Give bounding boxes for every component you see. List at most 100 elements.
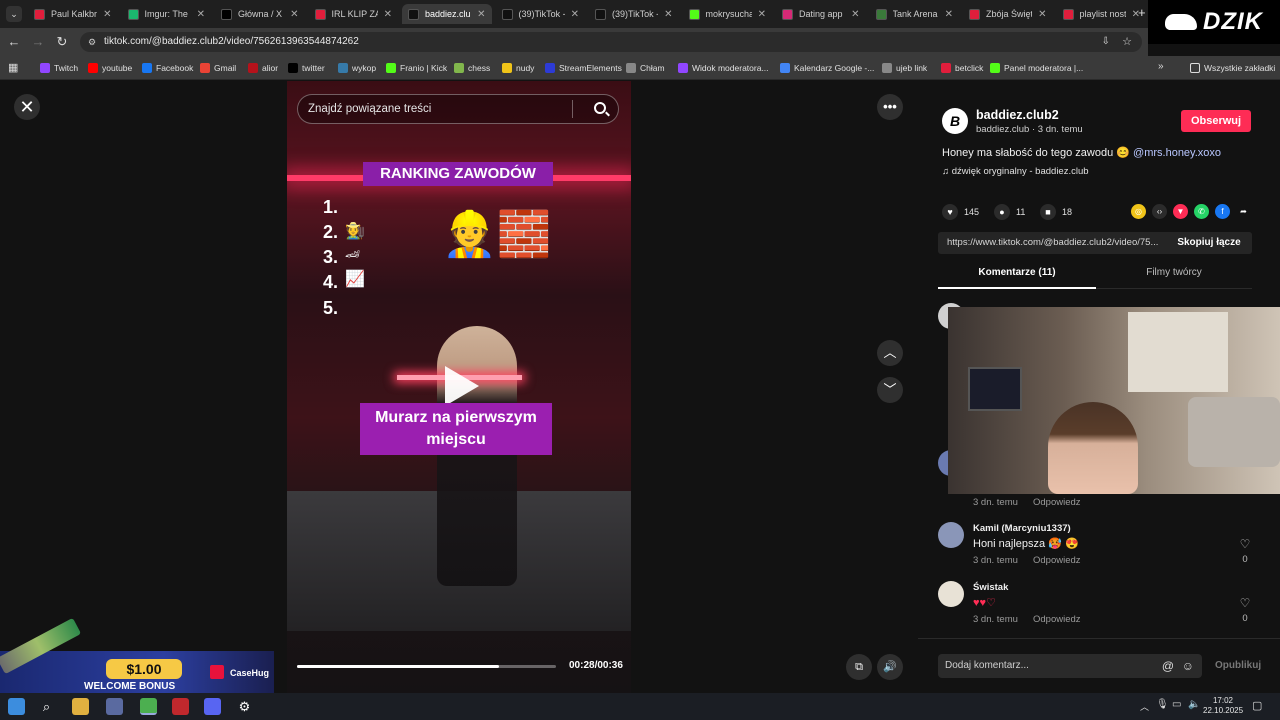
- tab-close-icon[interactable]: ✕: [290, 9, 304, 20]
- publish-button[interactable]: Opublikuj: [1215, 660, 1261, 671]
- comment-avatar[interactable]: [938, 581, 964, 607]
- tab-close-icon[interactable]: ✕: [664, 9, 678, 20]
- tab-close-icon[interactable]: ✕: [1038, 9, 1052, 20]
- more-options-icon[interactable]: •••: [877, 94, 903, 120]
- app-icon[interactable]: [106, 698, 123, 715]
- app-icon[interactable]: [172, 698, 189, 715]
- reload-icon[interactable]: ↻: [54, 34, 70, 50]
- tab-close-icon[interactable]: ✕: [197, 9, 211, 20]
- comment-button[interactable]: ● 11: [994, 204, 1025, 220]
- bookmark-item[interactable]: Widok moderatora...: [678, 61, 769, 75]
- address-bar[interactable]: ⚙ tiktok.com/@baddiez.club2/video/756261…: [80, 32, 1142, 52]
- notifications-icon[interactable]: ▢: [1252, 699, 1262, 712]
- apps-grid-icon[interactable]: ▦: [8, 61, 18, 74]
- bookmark-item[interactable]: Franio | Kick: [386, 61, 447, 75]
- coin-share-icon[interactable]: ◎: [1131, 204, 1146, 219]
- settings-gear-icon[interactable]: ⚙: [236, 698, 253, 715]
- floating-player-icon[interactable]: ⧉: [846, 654, 872, 680]
- network-icon[interactable]: ▭: [1172, 699, 1181, 710]
- bookmark-star-icon[interactable]: ☆: [1122, 32, 1132, 52]
- volume-icon[interactable]: 🔊: [877, 654, 903, 680]
- search-icon[interactable]: ⌕: [38, 698, 55, 715]
- send-icon[interactable]: ▼: [1173, 204, 1188, 219]
- comment-reply-button[interactable]: Odpowiedz: [1033, 497, 1081, 508]
- save-button[interactable]: ■ 18: [1040, 204, 1072, 220]
- tab-close-icon[interactable]: ✕: [477, 9, 491, 20]
- bookmark-item[interactable]: Facebook: [142, 61, 193, 75]
- bookmark-item[interactable]: Gmail: [200, 61, 236, 75]
- chrome-icon[interactable]: [140, 698, 157, 715]
- comment-reply-button[interactable]: Odpowiedz: [1033, 614, 1081, 625]
- system-tray-chevron-up-icon[interactable]: ︿: [1140, 700, 1149, 713]
- video-player[interactable]: Znajdź powiązane treści RANKING ZAWODÓW …: [287, 81, 631, 693]
- comment-avatar[interactable]: [938, 522, 964, 548]
- tab-close-icon[interactable]: ✕: [103, 9, 117, 20]
- windows-start-icon[interactable]: [8, 698, 25, 715]
- add-comment-input[interactable]: Dodaj komentarz... @ ☺: [938, 654, 1202, 678]
- browser-tab[interactable]: playlist nosta✕: [1057, 4, 1147, 24]
- browser-tab[interactable]: mokrysucha ✕: [683, 4, 773, 24]
- emoji-icon[interactable]: ☺: [1182, 654, 1194, 678]
- author-avatar[interactable]: B: [942, 108, 968, 134]
- bookmark-item[interactable]: Panel moderatora |...: [990, 61, 1083, 75]
- mention-at-icon[interactable]: @: [1162, 654, 1174, 678]
- bookmark-item[interactable]: wykop: [338, 61, 376, 75]
- bookmark-item[interactable]: Twitch: [40, 61, 78, 75]
- browser-tab[interactable]: Paul Kalkbre ✕: [28, 4, 118, 24]
- comment-like-heart-icon[interactable]: ♡: [1238, 537, 1252, 551]
- tab-close-icon[interactable]: ✕: [571, 9, 585, 20]
- tab-close-icon[interactable]: ✕: [851, 9, 865, 20]
- video-link-field[interactable]: https://www.tiktok.com/@baddiez.club2/vi…: [938, 232, 1252, 254]
- install-app-icon[interactable]: ⇩: [1102, 32, 1110, 52]
- back-icon[interactable]: ←: [6, 34, 22, 50]
- more-bookmarks-icon[interactable]: »: [1158, 61, 1164, 72]
- browser-tab[interactable]: Dating app p ✕: [776, 4, 866, 24]
- browser-tab[interactable]: Główna / X ✕: [215, 4, 305, 24]
- next-video-chevron-down-icon[interactable]: ﹀: [877, 377, 903, 403]
- browser-tab[interactable]: (39)TikTok - ✕: [589, 4, 679, 24]
- sound-link[interactable]: ♫ dźwięk oryginalny - baddiez.club: [942, 166, 1089, 177]
- tab-list-dropdown-icon[interactable]: ⌄: [6, 6, 22, 22]
- author-name[interactable]: baddiez.club2: [976, 108, 1059, 122]
- bookmark-item[interactable]: Kalendarz Google -...: [780, 61, 874, 75]
- search-icon[interactable]: [594, 102, 606, 114]
- like-button[interactable]: ♥ 145: [942, 204, 979, 220]
- comment-like-heart-icon[interactable]: ♡: [1238, 596, 1252, 610]
- all-bookmarks-folder[interactable]: Wszystkie zakładki: [1190, 61, 1275, 75]
- forward-icon[interactable]: →: [30, 34, 46, 50]
- bookmark-item[interactable]: nudy: [502, 61, 534, 75]
- bookmark-item[interactable]: twitter: [288, 61, 325, 75]
- tab-close-icon[interactable]: ✕: [945, 9, 959, 20]
- bookmark-item[interactable]: StreamElements: [545, 61, 622, 75]
- tab-close-icon[interactable]: ✕: [384, 9, 398, 20]
- comment-author[interactable]: Świstak: [973, 582, 1008, 593]
- whatsapp-icon[interactable]: ✆: [1194, 204, 1209, 219]
- mention-link[interactable]: @mrs.honey.xoxo: [1133, 147, 1221, 159]
- follow-button[interactable]: Obserwuj: [1181, 110, 1251, 132]
- discord-icon[interactable]: [204, 698, 221, 715]
- browser-tab[interactable]: baddiez.club ✕: [402, 4, 492, 24]
- related-search-input[interactable]: Znajdź powiązane treści: [297, 94, 619, 124]
- bookmark-item[interactable]: youtube: [88, 61, 132, 75]
- embed-code-icon[interactable]: ‹›: [1152, 204, 1167, 219]
- video-progress-bar[interactable]: [297, 665, 556, 668]
- close-button[interactable]: ✕: [14, 94, 40, 120]
- copy-link-button[interactable]: Skopiuj łącze: [1166, 232, 1252, 254]
- tab-close-icon[interactable]: ✕: [758, 9, 772, 20]
- browser-tab[interactable]: (39)TikTok - ✕: [496, 4, 586, 24]
- bookmark-item[interactable]: Chłam: [626, 61, 665, 75]
- tab-creator-videos[interactable]: Filmy twórcy: [1096, 267, 1252, 289]
- play-icon[interactable]: [445, 366, 479, 406]
- new-tab-button[interactable]: +: [1138, 5, 1146, 20]
- comment-author[interactable]: Kamil (Marcyniu1337): [973, 523, 1071, 534]
- casehug-ad-banner[interactable]: $1.00 WELCOME BONUS CaseHug: [0, 617, 274, 693]
- facebook-icon[interactable]: f: [1215, 204, 1230, 219]
- site-info-icon[interactable]: ⚙: [88, 32, 96, 52]
- bookmark-item[interactable]: chess: [454, 61, 490, 75]
- taskbar-clock[interactable]: 17:02 22.10.2025: [1203, 696, 1243, 716]
- bookmark-item[interactable]: alior: [248, 61, 278, 75]
- browser-tab[interactable]: Zbója Święto ✕: [963, 4, 1053, 24]
- file-explorer-icon[interactable]: [72, 698, 89, 715]
- share-arrow-icon[interactable]: ➦: [1236, 204, 1251, 219]
- previous-video-chevron-up-icon[interactable]: ︿: [877, 340, 903, 366]
